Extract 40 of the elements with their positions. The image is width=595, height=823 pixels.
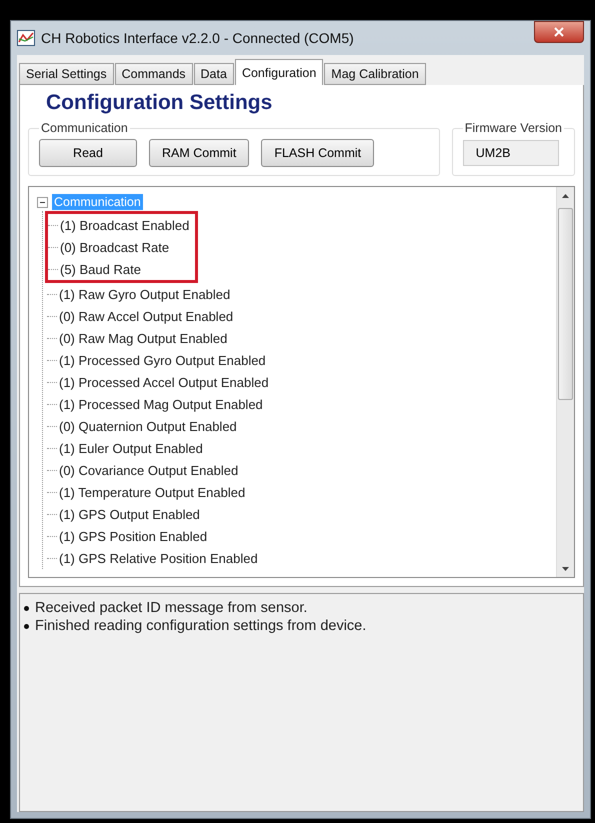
scroll-down-icon[interactable] [562,566,569,570]
tree-item[interactable]: (5) Baud Rate [60,262,141,276]
tab[interactable]: Mag Calibration [324,63,426,85]
bullet-icon [24,624,29,628]
command-button[interactable]: RAM Commit [149,139,250,167]
close-button[interactable] [534,21,584,43]
tab[interactable]: Data [194,63,234,85]
command-button[interactable]: Read [39,139,137,167]
group-legend: Communication [39,121,130,135]
log-message: Finished reading configuration settings from device. [35,618,366,634]
scroll-up-icon[interactable] [562,194,569,198]
tree-item[interactable]: (1) Processed Gyro Output Enabled [59,352,266,368]
tree-item[interactable]: (1) Temperature Output Enabled [59,484,246,500]
tree-item[interactable]: (1) GPS Position Enabled [59,528,208,544]
tree-item[interactable]: (0) Quaternion Output Enabled [59,418,237,434]
tree-item[interactable]: (1) GPS Relative Position Enabled [59,550,258,566]
tree-item[interactable]: (1) Processed Accel Output Enabled [59,374,269,390]
tree-item[interactable]: (0) Broadcast Rate [60,240,170,254]
collapse-icon[interactable] [37,196,48,208]
command-button[interactable]: FLASH Commit [261,139,374,167]
chart-icon [17,30,35,46]
firmware-field: UM2B [462,140,559,166]
tree-item[interactable]: (1) GPS Output Enabled [59,506,200,522]
tab[interactable]: Configuration [234,59,324,85]
tree-item[interactable]: (0) Raw Accel Output Enabled [59,308,234,324]
tree-item[interactable]: (1) Euler Output Enabled [59,440,203,456]
bullet-icon [24,606,29,610]
tree-item[interactable]: (1) Broadcast Enabled [60,218,190,232]
tree-item[interactable]: (1) Processed Mag Output Enabled [59,396,263,412]
tab[interactable]: Commands [114,63,193,85]
page-heading: Configuration Settings [46,91,274,115]
tab[interactable]: Serial Settings [19,63,114,85]
tree-item[interactable]: (0) Raw Mag Output Enabled [59,330,228,346]
tree-item[interactable]: (0) Covariance Output Enabled [59,462,238,478]
log-message: Received packet ID message from sensor. [35,600,308,616]
window-title: CH Robotics Interface v2.2.0 - Connected (COM5) [41,30,355,46]
scrollbar[interactable] [556,187,574,577]
tree-item[interactable]: (1) Raw Gyro Output Enabled [59,286,230,302]
close-icon [554,27,564,37]
group-legend: Firmware Version [462,121,564,135]
